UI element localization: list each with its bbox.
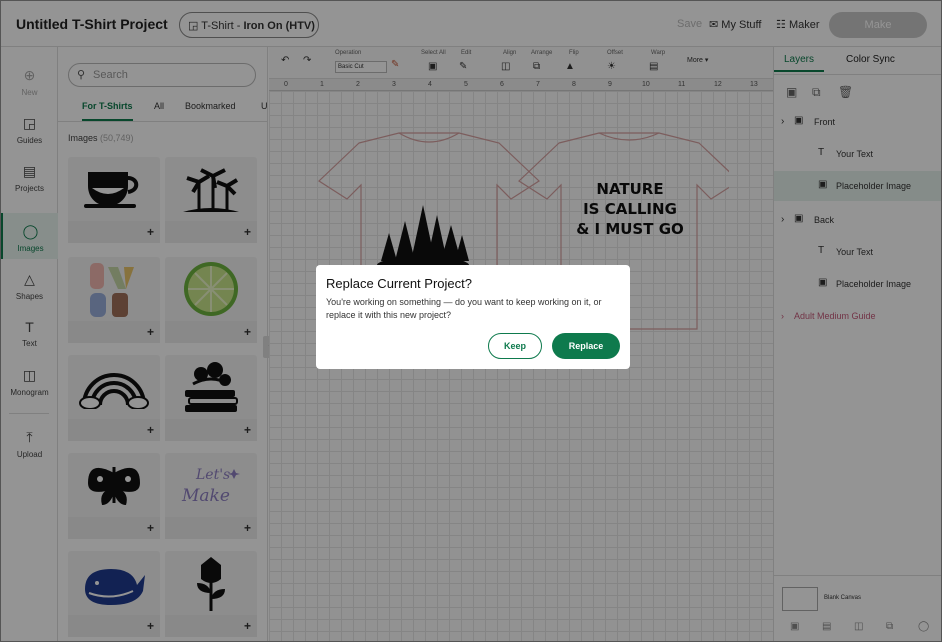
app-window: Untitled T-Shirt Project ◲ T-Shirt - Iro… (0, 0, 942, 642)
keep-button[interactable]: Keep (488, 333, 542, 359)
replace-project-dialog: Replace Current Project? You're working … (316, 265, 630, 369)
dialog-message: You're working on something — do you wan… (326, 297, 602, 320)
dialog-title: Replace Current Project? (326, 276, 472, 291)
replace-button[interactable]: Replace (552, 333, 620, 359)
